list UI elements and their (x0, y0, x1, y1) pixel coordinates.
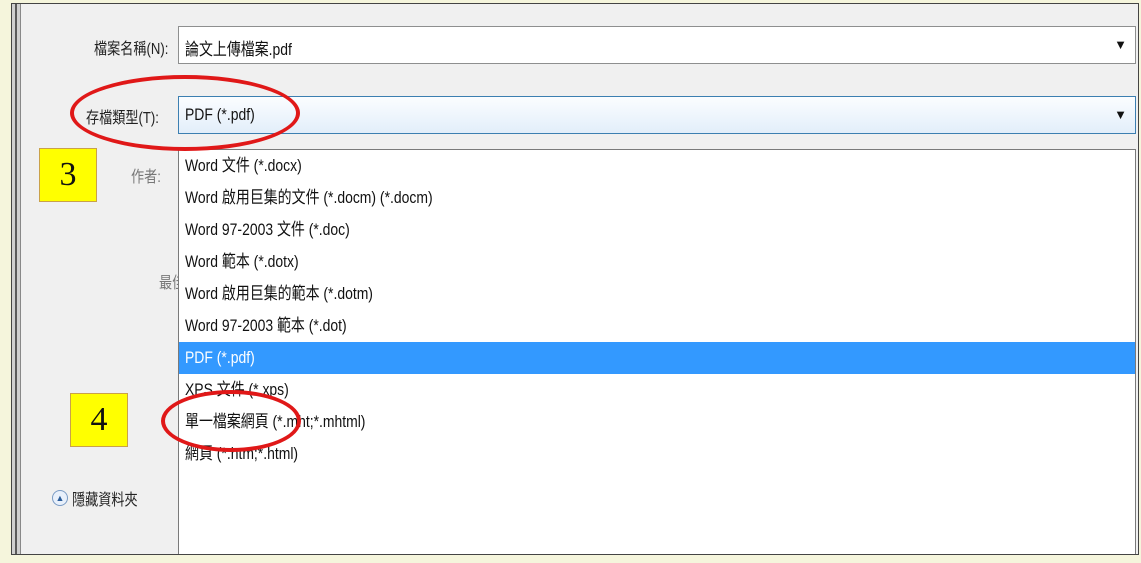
filename-value: 論文上傳檔案.pdf (185, 40, 292, 59)
step-4-badge: 4 (70, 393, 128, 447)
chevron-down-icon[interactable]: ▼ (1114, 37, 1127, 52)
filename-label: 檔案名稱(N): (94, 41, 169, 58)
step-3-badge: 3 (39, 148, 97, 202)
type-label: 存檔類型(T): (86, 110, 159, 127)
list-item[interactable]: 單一檔案網頁 (*.mht;*.mhtml) (179, 406, 1135, 438)
list-item[interactable]: Word 文件 (*.docx) (179, 150, 1135, 182)
list-item[interactable]: 網頁 (*.htm;*.html) (179, 438, 1135, 470)
list-item[interactable]: Word 範本 (*.dotx) (179, 246, 1135, 278)
list-item[interactable]: Word 97-2003 文件 (*.doc) (179, 214, 1135, 246)
collapse-up-icon: ▲ (52, 490, 68, 506)
list-item[interactable]: Word 啟用巨集的文件 (*.docm) (*.docm) (179, 182, 1135, 214)
filename-field[interactable]: 論文上傳檔案.pdf ▼ (178, 26, 1136, 64)
list-item[interactable]: Word 啟用巨集的範本 (*.dotm) (179, 278, 1135, 310)
list-item[interactable]: Word 97-2003 範本 (*.dot) (179, 310, 1135, 342)
type-value: PDF (*.pdf) (185, 105, 255, 124)
type-select[interactable]: PDF (*.pdf) ▼ (178, 96, 1136, 134)
hide-folders-label: 隱藏資料夾 (72, 492, 138, 509)
hide-folders-button[interactable]: ▲ 隱藏資料夾 (52, 486, 152, 510)
type-dropdown-list: Word 文件 (*.docx) Word 啟用巨集的文件 (*.docm) (… (178, 149, 1136, 554)
list-item-selected[interactable]: PDF (*.pdf) (179, 342, 1135, 374)
save-as-dialog: 檔案名稱(N): 論文上傳檔案.pdf ▼ 存檔類型(T): PDF (*.pd… (11, 3, 1139, 555)
window-left-edge-line (15, 4, 17, 554)
chevron-down-icon[interactable]: ▼ (1114, 107, 1127, 122)
list-item[interactable]: XPS 文件 (*.xps) (179, 374, 1135, 406)
author-label: 作者: (131, 169, 161, 186)
